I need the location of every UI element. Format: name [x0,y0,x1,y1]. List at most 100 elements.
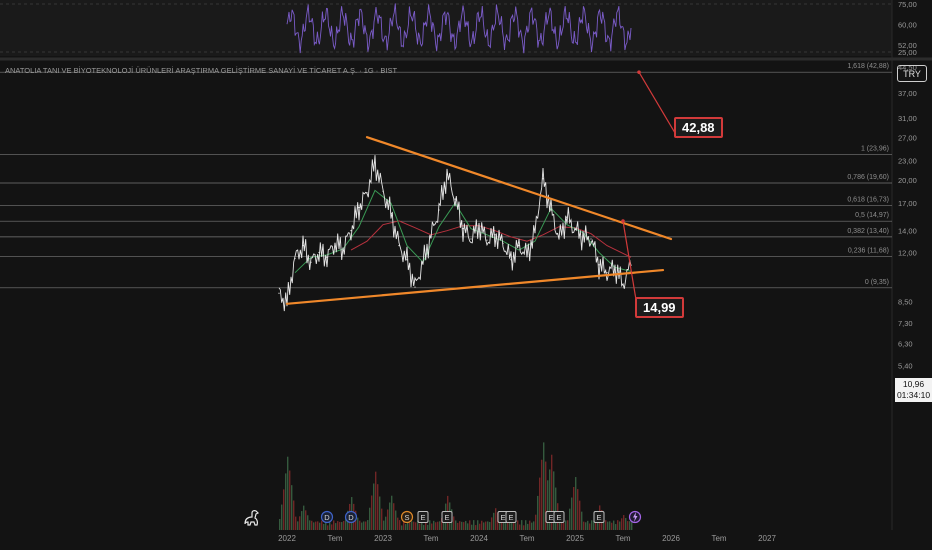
volume-bar [453,516,455,530]
target-callout-lower[interactable]: 14,99 [635,297,684,318]
volume-bar [315,521,317,530]
volume-bar [341,522,343,530]
volume-bar [393,503,395,530]
volume-bar [533,521,535,530]
time-axis-tick[interactable]: Tem [327,534,342,543]
price-point [574,229,576,231]
price-point [406,259,408,261]
event-marker-label: E [420,513,425,522]
price-axis-tick[interactable]: 20,00 [898,176,917,185]
time-axis-tick[interactable]: 2026 [662,534,680,543]
volume-bar [625,518,627,530]
volume-bar [569,508,571,530]
volume-bar [279,519,281,530]
volume-bar [591,520,593,530]
volume-bar [303,505,305,530]
volume-bar [359,520,361,530]
fib-level-label: 1,618 (42,88) [847,63,889,70]
volume-bar [573,486,575,530]
price-axis-tick[interactable]: 23,00 [898,156,917,165]
price-point [598,264,600,266]
volume-bar [399,520,401,530]
volume-bar [535,514,537,530]
last-price: 10,96 [902,379,925,389]
target-callout-upper[interactable]: 42,88 [674,117,723,138]
volume-bar [409,522,411,530]
volume-bar [523,525,525,530]
price-point [326,256,328,258]
volume-bar [365,521,367,530]
price-axis-tick[interactable]: 14,00 [898,227,917,236]
volume-bar [291,485,293,530]
volume-bar [419,523,421,530]
volume-bar [477,520,479,530]
volume-bar [455,520,457,530]
volume-bar [457,522,459,530]
price-point [374,162,376,164]
volume-bar [469,520,471,530]
volume-bar [379,496,381,530]
price-point [446,174,448,176]
volume-bar [463,522,465,530]
price-axis-tick[interactable]: 27,00 [898,134,917,143]
price-axis-tick[interactable]: 37,00 [898,89,917,98]
time-axis-tick[interactable]: Tem [615,534,630,543]
fib-level-label: 0,5 (14,97) [855,212,889,219]
volume-bar [607,521,609,530]
price-axis-tick[interactable]: 31,00 [898,114,917,123]
volume-bar [435,522,437,530]
volume-bar [395,510,397,530]
event-marker-label: E [596,513,601,522]
volume-bar [427,524,429,530]
price-point [302,244,304,247]
volume-bar [321,520,323,530]
price-axis-tick[interactable]: 52,00 [898,41,917,50]
volume-bar [437,521,439,530]
volume-bar [387,509,389,530]
time-axis-tick[interactable]: 2025 [566,534,584,543]
price-axis-tick[interactable]: 7,30 [898,319,913,328]
event-marker-label: E [444,513,449,522]
time-axis-tick[interactable]: 2027 [758,534,776,543]
price-axis-tick[interactable]: 6,30 [898,340,913,349]
volume-bar [335,523,337,530]
price-axis-tick[interactable]: 60,00 [898,21,917,30]
event-marker-label: E [500,513,505,522]
event-marker-label: D [324,513,330,522]
price-point [414,286,416,288]
volume-bar [287,456,289,530]
price-axis-tick[interactable]: 5,40 [898,362,913,371]
event-marker-label: E [548,513,553,522]
volume-bar [619,521,621,530]
event-marker-label: D [348,513,354,522]
time-axis-tick[interactable]: 2023 [374,534,392,543]
volume-bar [611,522,613,530]
volume-bar [563,522,565,530]
currency-button[interactable]: TRY [897,65,927,82]
price-point [422,261,424,263]
volume-bar [627,521,629,530]
time-axis-tick[interactable]: Tem [423,534,438,543]
volume-bar [391,495,393,530]
price-point [318,251,320,254]
price-axis-tick[interactable]: 8,50 [898,297,913,306]
time-axis-tick[interactable]: Tem [711,534,726,543]
volume-bar [383,520,385,530]
price-axis-tick[interactable]: 17,00 [898,199,917,208]
time-axis-tick[interactable]: 2024 [470,534,488,543]
volume-bar [521,520,523,530]
time-axis-tick[interactable]: Tem [519,534,534,543]
volume-bar [475,525,477,530]
chart-canvas[interactable]: 75,0025,00 1,618 (42,88)1 (23,96)0,786 (… [0,0,932,550]
volume-bar [509,521,511,530]
last-price-badge: 10,96 01:34:10 [895,378,932,402]
fib-level-label: 0,786 (19,60) [847,174,889,181]
volume-bar [281,504,283,530]
volume-bar [589,523,591,530]
price-point [526,254,528,256]
price-axis-tick[interactable]: 12,00 [898,248,917,257]
price-point [518,244,520,247]
time-axis-tick[interactable]: 2022 [278,534,296,543]
volume-bar [461,521,463,530]
volume-bar [333,520,335,530]
